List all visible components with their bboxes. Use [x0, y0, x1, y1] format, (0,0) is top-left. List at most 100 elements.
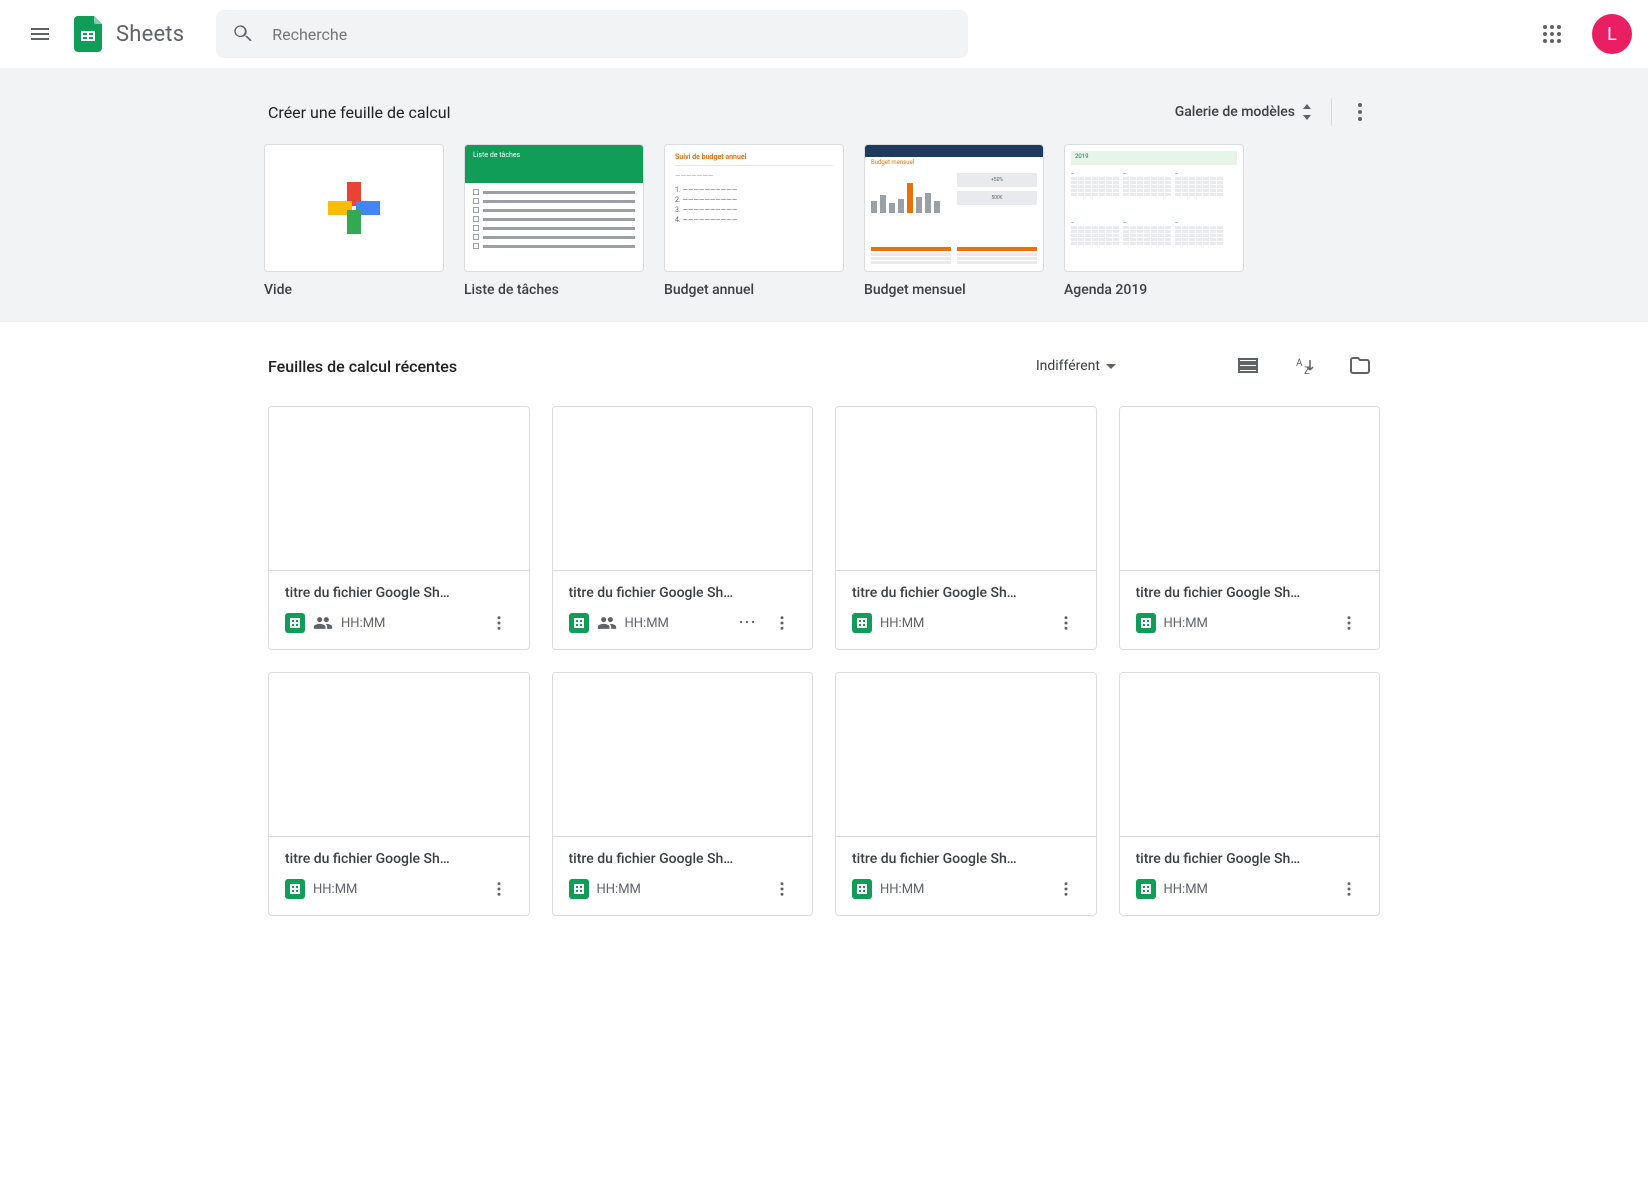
template-thumbnail: 2019——————	[1064, 144, 1244, 272]
search-input[interactable]	[270, 24, 952, 45]
hamburger-icon	[28, 22, 52, 46]
document-card[interactable]: titre du fichier Google Sh…HH:MM	[268, 406, 530, 650]
shared-icon	[597, 613, 617, 633]
avatar-initial: L	[1607, 24, 1617, 45]
document-timestamp: HH:MM	[625, 616, 731, 631]
recent-section-title: Feuilles de calcul récentes	[268, 357, 457, 376]
document-timestamp: HH:MM	[1164, 616, 1328, 631]
document-more-button[interactable]	[768, 875, 796, 903]
sheets-badge-icon	[285, 879, 305, 899]
account-avatar[interactable]: L	[1592, 14, 1632, 54]
document-title: titre du fichier Google Sh…	[569, 585, 797, 601]
sort-az-icon: AZ	[1292, 354, 1316, 378]
template-list: VideListe de tâchesListe de tâchesSuivi …	[264, 144, 1384, 298]
document-meta: titre du fichier Google Sh… HH:MM	[553, 837, 813, 915]
owner-filter-dropdown[interactable]: Indifférent	[1028, 352, 1124, 380]
template-thumbnail	[264, 144, 444, 272]
template-label: Budget mensuel	[864, 282, 1044, 298]
recent-documents-grid: titre du fichier Google Sh…HH:MMtitre du…	[264, 398, 1384, 956]
template-thumbnail: Liste de tâches	[464, 144, 644, 272]
sheets-badge-icon	[852, 613, 872, 633]
document-meta: titre du fichier Google Sh… HH:MM	[836, 837, 1096, 915]
document-title: titre du fichier Google Sh…	[569, 851, 797, 867]
svg-text:A: A	[1296, 358, 1303, 369]
document-timestamp: HH:MM	[880, 882, 1044, 897]
template-gallery-button[interactable]: Galerie de modèles	[1165, 96, 1323, 128]
template-label: Vide	[264, 282, 444, 298]
template-card[interactable]: Suivi de budget annuel———————1. ————————…	[664, 144, 844, 298]
search-bar[interactable]	[216, 10, 968, 58]
document-card[interactable]: titre du fichier Google Sh… HH:MM	[1119, 406, 1381, 650]
document-card[interactable]: titre du fichier Google Sh…HH:MM	[268, 672, 530, 916]
template-card[interactable]: Budget mensuel+50%500€ Budget mensuel	[864, 144, 1044, 298]
document-timestamp: HH:MM	[880, 616, 1044, 631]
template-card[interactable]: Liste de tâches Liste de tâches	[464, 144, 644, 298]
template-label: Liste de tâches	[464, 282, 644, 298]
dropdown-arrow-icon	[1106, 364, 1116, 369]
template-gallery-label: Galerie de modèles	[1175, 104, 1295, 120]
sort-button[interactable]: AZ	[1284, 346, 1324, 386]
document-more-button[interactable]	[485, 609, 513, 637]
more-vert-icon	[1348, 100, 1372, 124]
app-name: Sheets	[116, 22, 184, 47]
document-meta: titre du fichier Google Sh… HH:MM ⋯	[553, 571, 813, 649]
sheets-logo-icon	[72, 16, 108, 52]
document-meta: titre du fichier Google Sh…HH:MM	[269, 837, 529, 915]
document-title: titre du fichier Google Sh…	[285, 585, 513, 601]
sheets-badge-icon	[852, 879, 872, 899]
template-thumbnail: Suivi de budget annuel———————1. ————————…	[664, 144, 844, 272]
document-card[interactable]: titre du fichier Google Sh… HH:MM	[552, 672, 814, 916]
unfold-icon	[1301, 104, 1313, 120]
document-thumbnail	[836, 407, 1096, 571]
document-title: titre du fichier Google Sh…	[285, 851, 513, 867]
google-apps-button[interactable]	[1528, 10, 1576, 58]
separator	[1331, 98, 1332, 126]
document-title: titre du fichier Google Sh…	[852, 851, 1080, 867]
plus-icon	[328, 182, 380, 234]
list-view-icon	[1236, 354, 1260, 378]
template-strip-header: Créer une feuille de calcul Galerie de m…	[264, 84, 1384, 144]
document-card[interactable]: titre du fichier Google Sh… HH:MM	[1119, 672, 1381, 916]
template-card[interactable]: Vide	[264, 144, 444, 298]
document-card[interactable]: titre du fichier Google Sh…HH:MM	[835, 406, 1097, 650]
sheets-badge-icon	[569, 613, 589, 633]
template-label: Agenda 2019	[1064, 282, 1244, 298]
document-timestamp: HH:MM	[1164, 882, 1328, 897]
app-header: Sheets L	[0, 0, 1648, 68]
sheets-badge-icon	[1136, 613, 1156, 633]
document-meta: titre du fichier Google Sh… HH:MM	[1120, 571, 1380, 649]
document-more-button[interactable]	[1052, 875, 1080, 903]
document-meta: titre du fichier Google Sh… HH:MM	[1120, 837, 1380, 915]
document-card[interactable]: titre du fichier Google Sh… HH:MM	[835, 672, 1097, 916]
template-more-button[interactable]	[1340, 92, 1380, 132]
document-card[interactable]: titre du fichier Google Sh… HH:MM ⋯	[552, 406, 814, 650]
document-more-button[interactable]	[768, 609, 796, 637]
sheets-badge-icon	[285, 613, 305, 633]
app-logo[interactable]: Sheets	[72, 16, 184, 52]
list-view-button[interactable]	[1228, 346, 1268, 386]
document-more-button[interactable]	[1335, 875, 1363, 903]
open-file-picker-button[interactable]	[1340, 346, 1380, 386]
main-menu-button[interactable]	[16, 10, 64, 58]
search-icon	[232, 23, 254, 45]
document-more-button[interactable]	[1335, 609, 1363, 637]
recent-header: Feuilles de calcul récentes Indifférent …	[264, 322, 1384, 398]
document-thumbnail	[553, 673, 813, 837]
document-title: titre du fichier Google Sh…	[1136, 585, 1364, 601]
document-thumbnail	[1120, 407, 1380, 571]
sheets-badge-icon	[569, 879, 589, 899]
owner-filter-label: Indifférent	[1036, 358, 1100, 374]
document-more-button[interactable]	[1052, 609, 1080, 637]
document-timestamp: HH:MM	[597, 882, 761, 897]
document-title: titre du fichier Google Sh…	[1136, 851, 1364, 867]
template-thumbnail: Budget mensuel+50%500€	[864, 144, 1044, 272]
folder-icon	[1348, 354, 1372, 378]
recent-section: Feuilles de calcul récentes Indifférent …	[264, 322, 1384, 956]
document-thumbnail	[269, 673, 529, 837]
template-label: Budget annuel	[664, 282, 844, 298]
document-meta: titre du fichier Google Sh…HH:MM	[269, 571, 529, 649]
document-more-button[interactable]	[485, 875, 513, 903]
shared-icon	[313, 613, 333, 633]
offline-indicator-icon: ⋯	[738, 614, 756, 632]
template-card[interactable]: 2019—————— Agenda 2019	[1064, 144, 1244, 298]
